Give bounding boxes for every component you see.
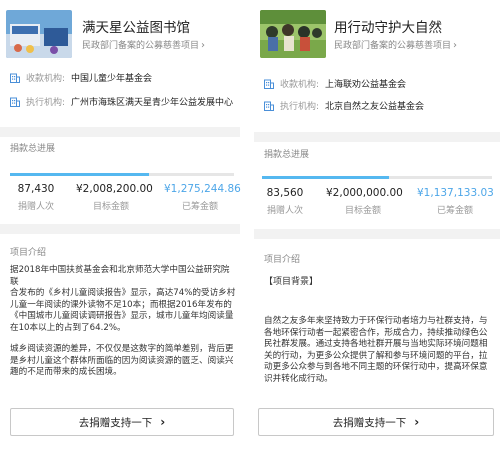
- intro-label: 项目介绍: [264, 255, 301, 265]
- donors-value: 87,430: [17, 183, 55, 195]
- project-card-right: 用行动守护大自然 民政部门备案的公募慈善项目 › 收款机构: 上海联劝公益基金会 …: [254, 0, 500, 450]
- divider: [254, 132, 500, 142]
- target-label: 目标金额: [92, 202, 129, 212]
- raised-stat: ¥1,275,244.86 已筹金额: [164, 183, 241, 212]
- raised-label: 已筹金额: [181, 202, 218, 212]
- library-photo-icon: [6, 10, 72, 58]
- intro-line: 趣的不足而带来的成长困境。: [10, 367, 122, 377]
- exec-org-row: 执行机构: 广州市海珠区满天星青少年公益发展中心: [10, 94, 233, 108]
- subtitle-text: 民政部门备案的公募慈善项目: [334, 41, 452, 51]
- intro-paragraph: 据2018年中国扶贫基金会和北京师范大学中国公益研究院联 合发布的《乡村儿童阅读…: [10, 265, 238, 334]
- building-icon: [264, 79, 274, 89]
- raise-org-label: 收款机构:: [26, 73, 66, 84]
- raised-value: ¥1,275,244.86: [164, 183, 241, 195]
- intro-label: 项目介绍: [10, 248, 47, 258]
- exec-org-label: 执行机构:: [26, 97, 66, 108]
- exec-org-row: 执行机构: 北京自然之友公益基金会: [264, 98, 424, 112]
- raised-stat: ¥1,137,133.03 已筹金额: [417, 187, 494, 216]
- building-icon: [10, 73, 20, 83]
- chevron-right-icon: ›: [201, 40, 206, 51]
- donate-label: 去捐赠支持一下: [332, 416, 407, 429]
- intro-line: 在10本以上的占到了64.2%。: [10, 322, 126, 333]
- donors-value: 83,560: [266, 187, 304, 199]
- donors-stat: 83,560 捐赠人次: [262, 187, 308, 216]
- target-label: 目标金额: [344, 206, 381, 216]
- raised-value: ¥1,137,133.03: [417, 187, 494, 199]
- target-stat: ¥2,000,000.00 目标金额: [326, 187, 403, 216]
- exec-org-label: 执行机构:: [280, 101, 320, 112]
- project-header[interactable]: 用行动守护大自然 民政部门备案的公募慈善项目 ›: [254, 0, 500, 62]
- intro-line: 各地环保行动者一起紧密合作，形成合力，持续推动绿色公: [264, 327, 488, 338]
- intro-line: 关的行动，为更多公众提供了解和参与环境问题的平台，拉: [264, 350, 488, 361]
- donors-stat: 87,430 捐赠人次: [14, 183, 58, 212]
- intro-line: 合发布的《乡村儿童阅读报告》显示，高达74%的受访乡村: [10, 288, 236, 298]
- background-label: 【项目背景】: [264, 277, 319, 287]
- divider: [254, 229, 500, 239]
- nature-photo-icon: [260, 10, 326, 58]
- building-icon: [264, 101, 274, 111]
- intro-paragraph: 自然之友多年来坚持致力于环保行动者培力与社群支持，与 各地环保行动者一起紧密合作…: [264, 316, 496, 385]
- raise-org-row: 收款机构: 上海联劝公益基金会: [264, 76, 406, 90]
- building-icon: [10, 97, 20, 107]
- target-stat: ¥2,008,200.00 目标金额: [76, 183, 153, 212]
- donate-label: 去捐赠支持一下: [78, 416, 153, 429]
- chevron-right-icon: ›: [453, 40, 458, 51]
- raise-org-row: 收款机构: 中国儿童少年基金会: [10, 70, 152, 84]
- intro-line: 民社群发展。通过支持各地社群开展与当地实际环境问题相: [264, 339, 488, 349]
- project-subtitle[interactable]: 民政部门备案的公募慈善项目 ›: [334, 38, 457, 51]
- progress-label: 捐款总进展: [10, 144, 56, 154]
- chevron-right-icon: ›: [414, 415, 420, 429]
- exec-org-name: 北京自然之友公益基金会: [325, 101, 425, 112]
- donors-label: 捐赠人次: [266, 206, 303, 216]
- project-card-left: 满天星公益图书馆 民政部门备案的公募慈善项目 › 收款机构: 中国儿童少年基金会 …: [0, 0, 241, 450]
- progress-bar: [10, 173, 234, 176]
- target-value: ¥2,008,200.00: [76, 183, 153, 195]
- chevron-right-icon: ›: [160, 415, 166, 429]
- raise-org-label: 收款机构:: [280, 79, 320, 90]
- intro-line: 是乡村儿童这个群体所面临的因为阅读资源的匮乏、阅读兴: [10, 355, 234, 366]
- subtitle-text: 民政部门备案的公募慈善项目: [82, 41, 200, 51]
- raise-org-name: 上海联劝公益基金会: [325, 79, 407, 90]
- intro-line: 动更多公众参与到各地不同主题的环保行动中，提高环保意: [264, 362, 488, 372]
- donate-button[interactable]: 去捐赠支持一下 ›: [258, 408, 494, 436]
- exec-org-name: 广州市海珠区满天星青少年公益发展中心: [71, 97, 234, 108]
- intro-line: 识并转化成行动。: [264, 373, 333, 384]
- intro-line: 《中国城市儿童阅读调研报告》显示，城市儿童年均阅读量: [10, 311, 234, 321]
- project-header[interactable]: 满天星公益图书馆 民政部门备案的公募慈善项目 ›: [0, 0, 240, 62]
- intro-line: 据2018年中国扶贫基金会和北京师范大学中国公益研究院联: [10, 265, 230, 287]
- project-thumbnail: [6, 10, 72, 58]
- raise-org-name: 中国儿童少年基金会: [71, 73, 153, 84]
- project-title: 用行动守护大自然: [334, 20, 442, 36]
- progress-label: 捐款总进展: [264, 150, 310, 160]
- progress-fill: [262, 176, 389, 179]
- divider: [0, 224, 240, 234]
- donors-label: 捐赠人次: [17, 202, 54, 212]
- intro-line: 自然之友多年来坚持致力于环保行动者培力与社群支持，与: [264, 316, 488, 326]
- project-title: 满天星公益图书馆: [82, 20, 190, 36]
- project-thumbnail: [260, 10, 326, 58]
- intro-paragraph: 城乡阅读资源的差异，不仅仅是这数字的简单差别，背后更 是乡村儿童这个群体所面临的…: [10, 344, 238, 379]
- project-subtitle[interactable]: 民政部门备案的公募慈善项目 ›: [82, 38, 205, 51]
- progress-fill: [10, 173, 149, 176]
- intro-line: 城乡阅读资源的差异，不仅仅是这数字的简单差别，背后更: [10, 344, 234, 354]
- intro-line: 儿童一年阅读的课外读物不足10本；而根据2016年发布的: [10, 299, 232, 310]
- target-value: ¥2,000,000.00: [326, 187, 403, 199]
- raised-label: 已筹金额: [436, 206, 473, 216]
- donate-button[interactable]: 去捐赠支持一下 ›: [10, 408, 234, 436]
- divider: [0, 127, 240, 137]
- progress-bar: [262, 176, 492, 179]
